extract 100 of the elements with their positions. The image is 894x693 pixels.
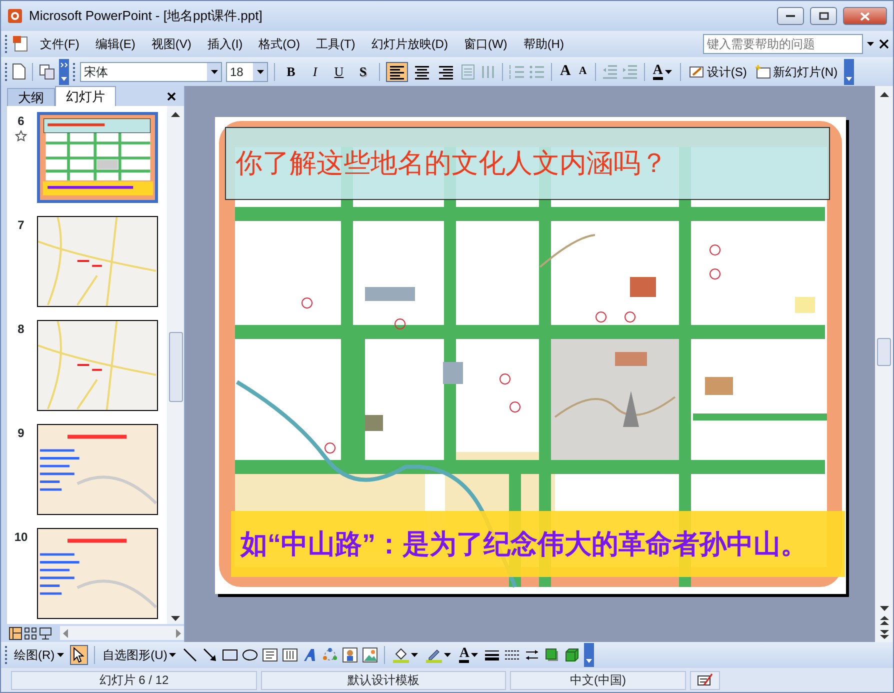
- oval-icon[interactable]: [242, 647, 258, 663]
- panel-tab[interactable]: 幻灯片: [55, 86, 116, 106]
- align-center-icon: [414, 64, 430, 80]
- new-document-icon[interactable]: [12, 63, 26, 80]
- dropdown-caret-icon: [471, 653, 478, 657]
- font-color-button[interactable]: A: [457, 646, 480, 664]
- minimize-button[interactable]: [777, 7, 804, 25]
- dropdown-caret-icon: [56, 653, 64, 657]
- italic-button[interactable]: I: [305, 60, 325, 82]
- scrollbar[interactable]: [167, 106, 184, 624]
- close-icon[interactable]: [167, 92, 176, 101]
- arrow-style-icon[interactable]: [524, 647, 540, 663]
- dropdown-caret-icon: [411, 653, 418, 657]
- font-size-field[interactable]: 18: [226, 62, 268, 82]
- app-icon: [7, 8, 23, 24]
- align-left-button[interactable]: [386, 62, 408, 82]
- next-slide-icon[interactable]: [880, 630, 888, 639]
- font-color-button[interactable]: A: [650, 62, 674, 80]
- status-field: 幻灯片 6 / 12: [11, 670, 257, 690]
- help-search-field[interactable]: 键入需要帮助的问题: [703, 34, 863, 54]
- line-icon[interactable]: [182, 647, 198, 663]
- underline-button[interactable]: U: [329, 60, 349, 82]
- scrollbar[interactable]: [875, 86, 893, 642]
- dropdown-caret-icon: [256, 70, 264, 74]
- autoshapes-menu-button[interactable]: 自选图形(U): [100, 645, 178, 665]
- slide-sorter-icon[interactable]: [24, 626, 37, 640]
- menu-item[interactable]: 窗口(W): [458, 33, 514, 55]
- menu-item[interactable]: 工具(T): [310, 33, 362, 55]
- design-icon: [688, 64, 705, 78]
- slide-number: 6: [18, 113, 24, 130]
- design-button[interactable]: 设计(S): [686, 62, 749, 82]
- spelling-check-icon: [697, 673, 713, 687]
- previous-slide-icon[interactable]: [880, 616, 888, 625]
- toolbar-options-icon[interactable]: [59, 58, 69, 84]
- scrollbar[interactable]: [60, 626, 184, 640]
- rectangle-icon[interactable]: [222, 647, 238, 663]
- restore-icon: [818, 12, 828, 20]
- restore-button[interactable]: [810, 7, 837, 25]
- clip-art-icon[interactable]: [342, 647, 358, 663]
- align-left-icon: [389, 64, 405, 80]
- slide-number: 9: [18, 425, 24, 442]
- panel-tab[interactable]: 大纲: [7, 88, 55, 106]
- text-box-icon[interactable]: [262, 647, 278, 663]
- paint-bucket-icon: [393, 647, 410, 663]
- draw-menu-button[interactable]: 绘图(R): [12, 645, 66, 665]
- diagram-icon[interactable]: [322, 647, 338, 663]
- increase-font-button[interactable]: A: [558, 59, 573, 84]
- status-field: 默认设计模板: [261, 670, 506, 690]
- slide-show-icon[interactable]: [39, 626, 52, 640]
- close-button[interactable]: [843, 7, 887, 25]
- toolbar-options-icon[interactable]: [844, 58, 854, 84]
- pen-icon: [426, 647, 442, 663]
- scroll-up-icon: [171, 112, 180, 117]
- picture-icon[interactable]: [362, 647, 378, 663]
- slide-thumbnail[interactable]: [37, 424, 158, 515]
- normal-view-icon[interactable]: [9, 626, 22, 640]
- menu-item[interactable]: 插入(I): [201, 33, 249, 55]
- menu-item[interactable]: 帮助(H): [517, 33, 570, 55]
- scroll-thumb[interactable]: [168, 332, 182, 402]
- slide-thumbnail[interactable]: [37, 216, 158, 307]
- 3d-box-icon[interactable]: [564, 647, 580, 663]
- vertical-text-box-icon[interactable]: [282, 647, 298, 663]
- slide-number: 7: [18, 217, 24, 234]
- slide-title: 你了解这些地名的文化人文内涵吗？: [236, 147, 668, 180]
- shadow-button[interactable]: S: [353, 60, 373, 82]
- slide-thumbnail[interactable]: [37, 112, 158, 203]
- dropdown-caret-icon: [664, 70, 672, 74]
- menu-item[interactable]: 格式(O): [252, 33, 306, 55]
- scroll-left-icon: [63, 628, 68, 638]
- bold-button[interactable]: B: [281, 60, 301, 82]
- new-slide-icon: [754, 64, 771, 78]
- copy-icon[interactable]: [39, 64, 55, 80]
- align-right-icon: [438, 64, 454, 80]
- scroll-down-icon: [880, 606, 888, 611]
- slide-number: 8: [18, 321, 24, 338]
- decrease-font-button[interactable]: A: [576, 62, 589, 81]
- slide-thumbnail[interactable]: [37, 320, 158, 411]
- menu-item[interactable]: 文件(F): [34, 33, 86, 55]
- window-title: Microsoft PowerPoint - [地名ppt课件.ppt]: [29, 7, 262, 26]
- font-name-field[interactable]: 宋体: [80, 62, 222, 82]
- slide-caption: 如“中山路”：是为了纪念伟大的革命者孙中山。: [240, 528, 808, 561]
- fill-color-button[interactable]: [391, 646, 420, 664]
- arrow-icon[interactable]: [202, 647, 218, 663]
- scroll-right-icon: [176, 628, 181, 638]
- close-icon[interactable]: [879, 39, 889, 49]
- menu-item[interactable]: 幻灯片放映(D): [365, 33, 454, 55]
- scroll-thumb[interactable]: [877, 338, 891, 366]
- document-icon[interactable]: [12, 35, 30, 53]
- slide-thumbnail[interactable]: [37, 528, 158, 619]
- slide-number: 10: [14, 529, 28, 546]
- close-icon: [860, 12, 870, 20]
- menu-item[interactable]: 视图(V): [145, 33, 198, 55]
- shadow-icon[interactable]: [544, 647, 560, 663]
- new-slide-button[interactable]: 新幻灯片(N): [752, 62, 840, 82]
- dropdown-caret-icon: [444, 653, 452, 657]
- menu-item[interactable]: 编辑(E): [89, 33, 142, 55]
- toolbar-options-icon[interactable]: [584, 643, 594, 667]
- scroll-up-icon: [880, 92, 888, 97]
- pointer-button[interactable]: [70, 645, 88, 665]
- dropdown-caret-icon[interactable]: [867, 42, 875, 46]
